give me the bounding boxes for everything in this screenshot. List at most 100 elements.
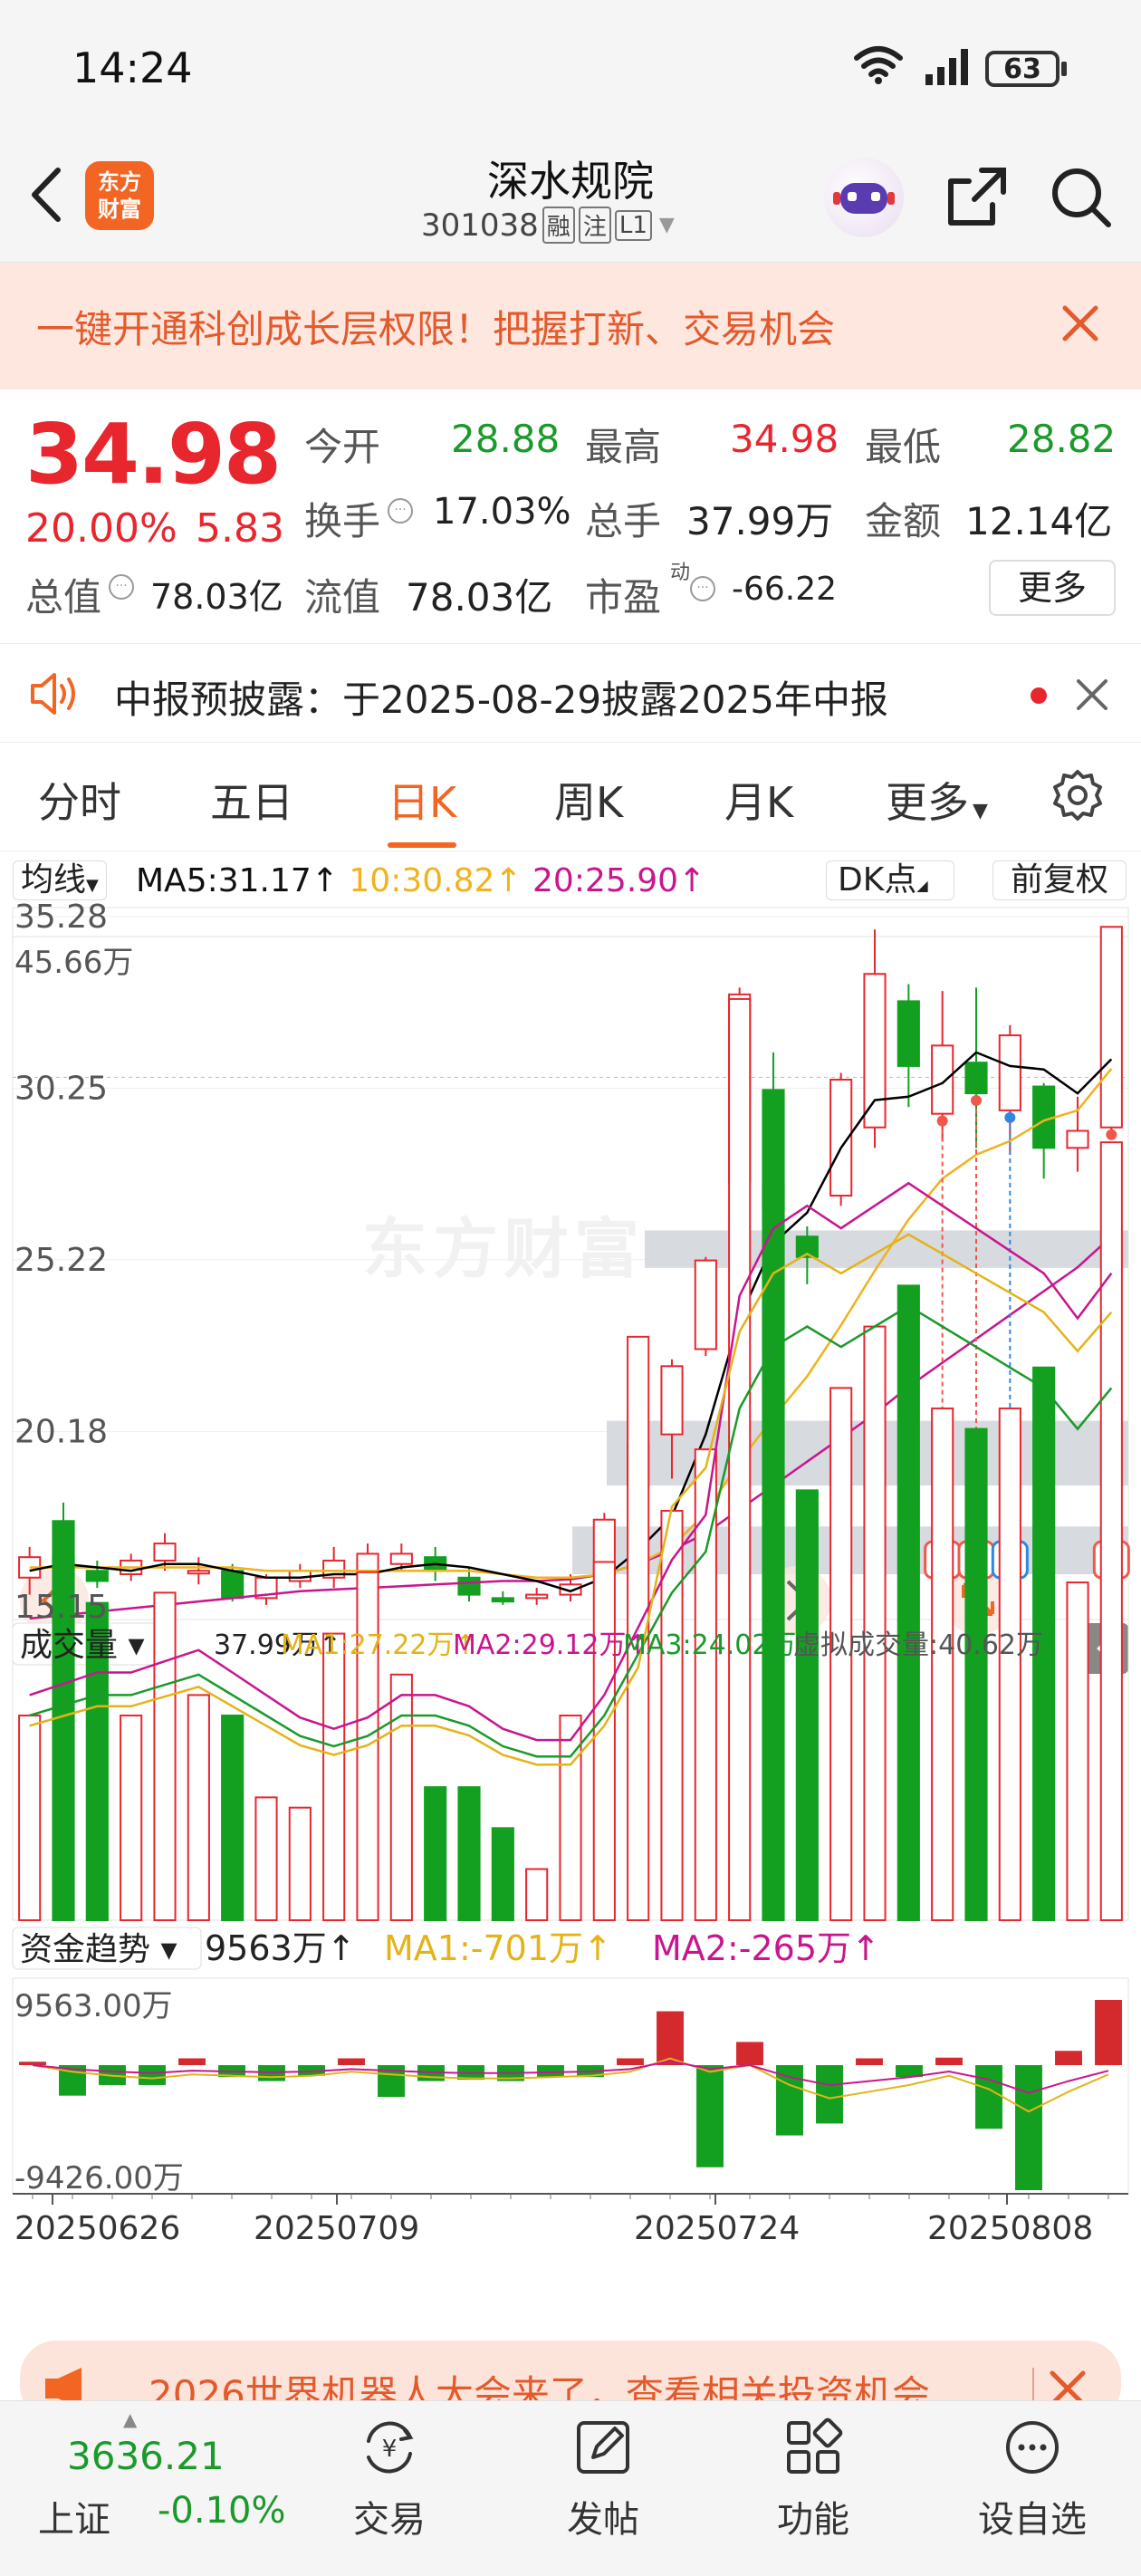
share-icon[interactable] [942, 163, 1011, 235]
chevron-down-icon: ▼ [973, 800, 988, 822]
volume-bar [795, 1489, 819, 1922]
period-tabs: 分时 五日 日K 周K 月K 更多 ▼ [0, 743, 1141, 851]
fund-selector: 资金趋势 ▾ [20, 1931, 177, 1968]
gear-icon[interactable] [1050, 768, 1105, 826]
tag-registration: 注 [578, 207, 611, 244]
date-label: 20250808 [927, 2210, 1093, 2247]
nav-functions[interactable]: 功能 [768, 2416, 858, 2542]
battery-tip [1061, 62, 1067, 76]
kline-chart[interactable]: BBSB 35.2830.2525.2220.1815.15成交量 ▾37.99… [0, 851, 1141, 2319]
volume-bar [424, 1786, 447, 1921]
candle-body [389, 1552, 413, 1565]
candle-body [457, 1576, 481, 1596]
fund-bar [1055, 2051, 1082, 2065]
volume-bar [931, 1407, 954, 1921]
candle-body [660, 1365, 684, 1436]
volume-bar [525, 1868, 549, 1921]
fund-legend: MA2:-265万↑ [652, 1928, 880, 1968]
market-cap-label: 总值 [25, 575, 102, 620]
fund-legend: 9563万↑ [205, 1928, 356, 1968]
fund-bar [696, 2065, 724, 2167]
grid-icon [787, 2417, 843, 2474]
tab-daily-k[interactable]: 日K [388, 770, 456, 830]
fund-bar [537, 2065, 564, 2078]
candle-body [221, 1570, 244, 1600]
svg-text:¥: ¥ [382, 2436, 398, 2463]
nav-trade[interactable]: ¥ 交易 [344, 2416, 435, 2542]
open-value: 28.88 [451, 417, 561, 461]
quote-panel: 34.98 20.00% 5.83 今开 28.88 最高 34.98 最低 2… [0, 389, 1141, 643]
fund-min-label: -9426.00万 [14, 2160, 184, 2196]
date-label: 20250626 [14, 2210, 180, 2247]
price-tick-label: 20.18 [14, 1414, 108, 1451]
turnover-value: 17.03% [433, 491, 571, 533]
float-cap-value: 78.03亿 [406, 575, 553, 620]
index-value[interactable]: 3636.21 [67, 2434, 225, 2478]
info-icon[interactable]: ··· [109, 574, 134, 600]
close-icon[interactable] [1074, 677, 1110, 716]
volume-bar [1066, 1581, 1089, 1921]
candle-body [863, 973, 887, 1129]
pe-label: 市盈 [585, 575, 662, 620]
speaker-icon [27, 669, 82, 722]
float-cap-label: 流值 [304, 575, 381, 620]
ai-assistant-icon[interactable] [824, 158, 904, 237]
tab-more[interactable]: 更多 ▼ [886, 770, 988, 830]
tab-monthly-k[interactable]: 月K [724, 770, 793, 830]
candle-body [525, 1593, 549, 1600]
volume-bar [998, 1407, 1021, 1921]
status-time: 14:24 [72, 43, 193, 92]
candle-body [931, 1044, 954, 1115]
status-bar: 14:24 63 [0, 0, 1141, 145]
info-icon[interactable]: ··· [388, 498, 413, 524]
volume-bar [964, 1427, 988, 1921]
price-tick-label: 30.25 [14, 1070, 108, 1107]
app-logo: 东方 财富 [85, 161, 154, 230]
nav-post[interactable]: 发帖 [558, 2416, 648, 2542]
index-name: 上证 [38, 2499, 110, 2541]
high-value: 34.98 [730, 417, 839, 461]
signal-icon [924, 47, 974, 91]
low-value: 28.82 [1007, 417, 1117, 461]
search-icon[interactable] [1047, 163, 1116, 235]
volume-bar [728, 997, 752, 1921]
tab-five-day[interactable]: 五日 [210, 770, 293, 830]
volume-legend: MA1:27.22万↑ [281, 1629, 477, 1661]
edit-icon [577, 2421, 629, 2474]
turnover-label: 换手 [304, 499, 381, 543]
volume-bar [896, 1284, 920, 1921]
chevron-down-icon[interactable]: ▼ [659, 214, 675, 236]
nav-add-watchlist[interactable]: 设自选 [969, 2416, 1096, 2542]
more-stats-button[interactable]: 更多 [989, 560, 1116, 616]
unread-dot [1031, 687, 1047, 704]
battery-icon: 63 [985, 51, 1060, 87]
volume-selector: 成交量 ▾ [20, 1627, 145, 1664]
stock-header: 东方 财富 深水规院 301038 融 注 L1 ▼ [0, 145, 1141, 263]
volume-bar [221, 1714, 244, 1922]
notice-text: 中报预披露：于2025-08-29披露2025年中报 [114, 678, 888, 722]
stock-code: 301038 [421, 207, 539, 244]
index-change: -0.10% [158, 2490, 286, 2532]
price-tick-label: 35.28 [14, 899, 108, 936]
volume-bar [863, 1325, 887, 1921]
close-icon[interactable] [1058, 301, 1103, 350]
stock-code-row: 301038 融 注 L1 ▼ [421, 207, 675, 244]
candle-body [1032, 1085, 1056, 1149]
volume-legend: 虚拟成交量:40.62万 [793, 1629, 1043, 1661]
volume-legend: MA2:29.12万↑ [453, 1629, 649, 1661]
candle-body [85, 1570, 109, 1582]
notice-bar[interactable]: 中报预披露：于2025-08-29披露2025年中报 [0, 643, 1141, 743]
fund-bar [338, 2058, 365, 2065]
volume-value: 37.99万 [686, 499, 834, 543]
tab-intraday[interactable]: 分时 [38, 770, 121, 830]
candle-body [896, 1000, 920, 1067]
volume-max-label: 45.66万 [14, 945, 133, 981]
back-button[interactable] [24, 163, 69, 226]
promo-banner[interactable]: 一键开通科创成长层权限！把握打新、交易机会 [0, 263, 1141, 389]
market-cap-value: 78.03亿 [150, 577, 283, 617]
tab-weekly-k[interactable]: 周K [554, 770, 623, 830]
fund-bar [657, 2011, 684, 2065]
candle-body [1099, 926, 1123, 1129]
chart-area[interactable]: 均线▼ MA5:31.17↑ 10:30.82↑ 20:25.90↑ DK点◢ … [0, 851, 1141, 2319]
info-icon[interactable]: ··· [690, 576, 715, 601]
